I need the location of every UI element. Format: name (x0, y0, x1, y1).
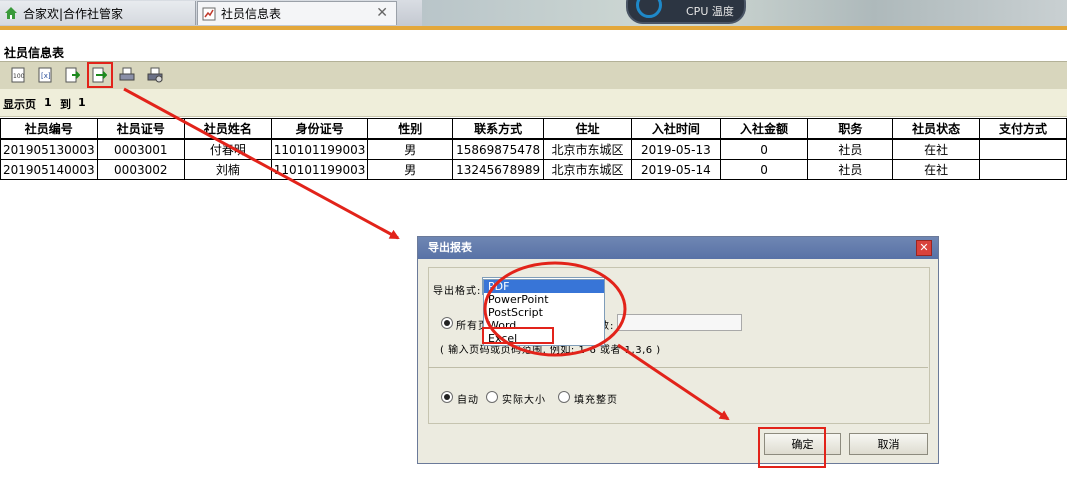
arrow-to-dialog (123, 87, 400, 240)
dropdown-circle (483, 261, 627, 357)
annotation-arrows (123, 87, 730, 421)
arrow-to-ok (617, 343, 730, 421)
